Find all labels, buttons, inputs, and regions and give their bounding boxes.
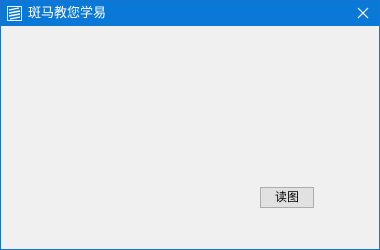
zebra-stripes-icon [7, 6, 22, 21]
app-window: 斑马教您学易 读图 [0, 0, 380, 250]
close-icon [357, 7, 369, 19]
window-title: 斑马教您学易 [28, 6, 107, 21]
client-area: 读图 [1, 26, 379, 249]
title-bar[interactable]: 斑马教您学易 [1, 1, 379, 26]
close-button[interactable] [347, 1, 379, 26]
read-image-button[interactable]: 读图 [260, 187, 314, 208]
